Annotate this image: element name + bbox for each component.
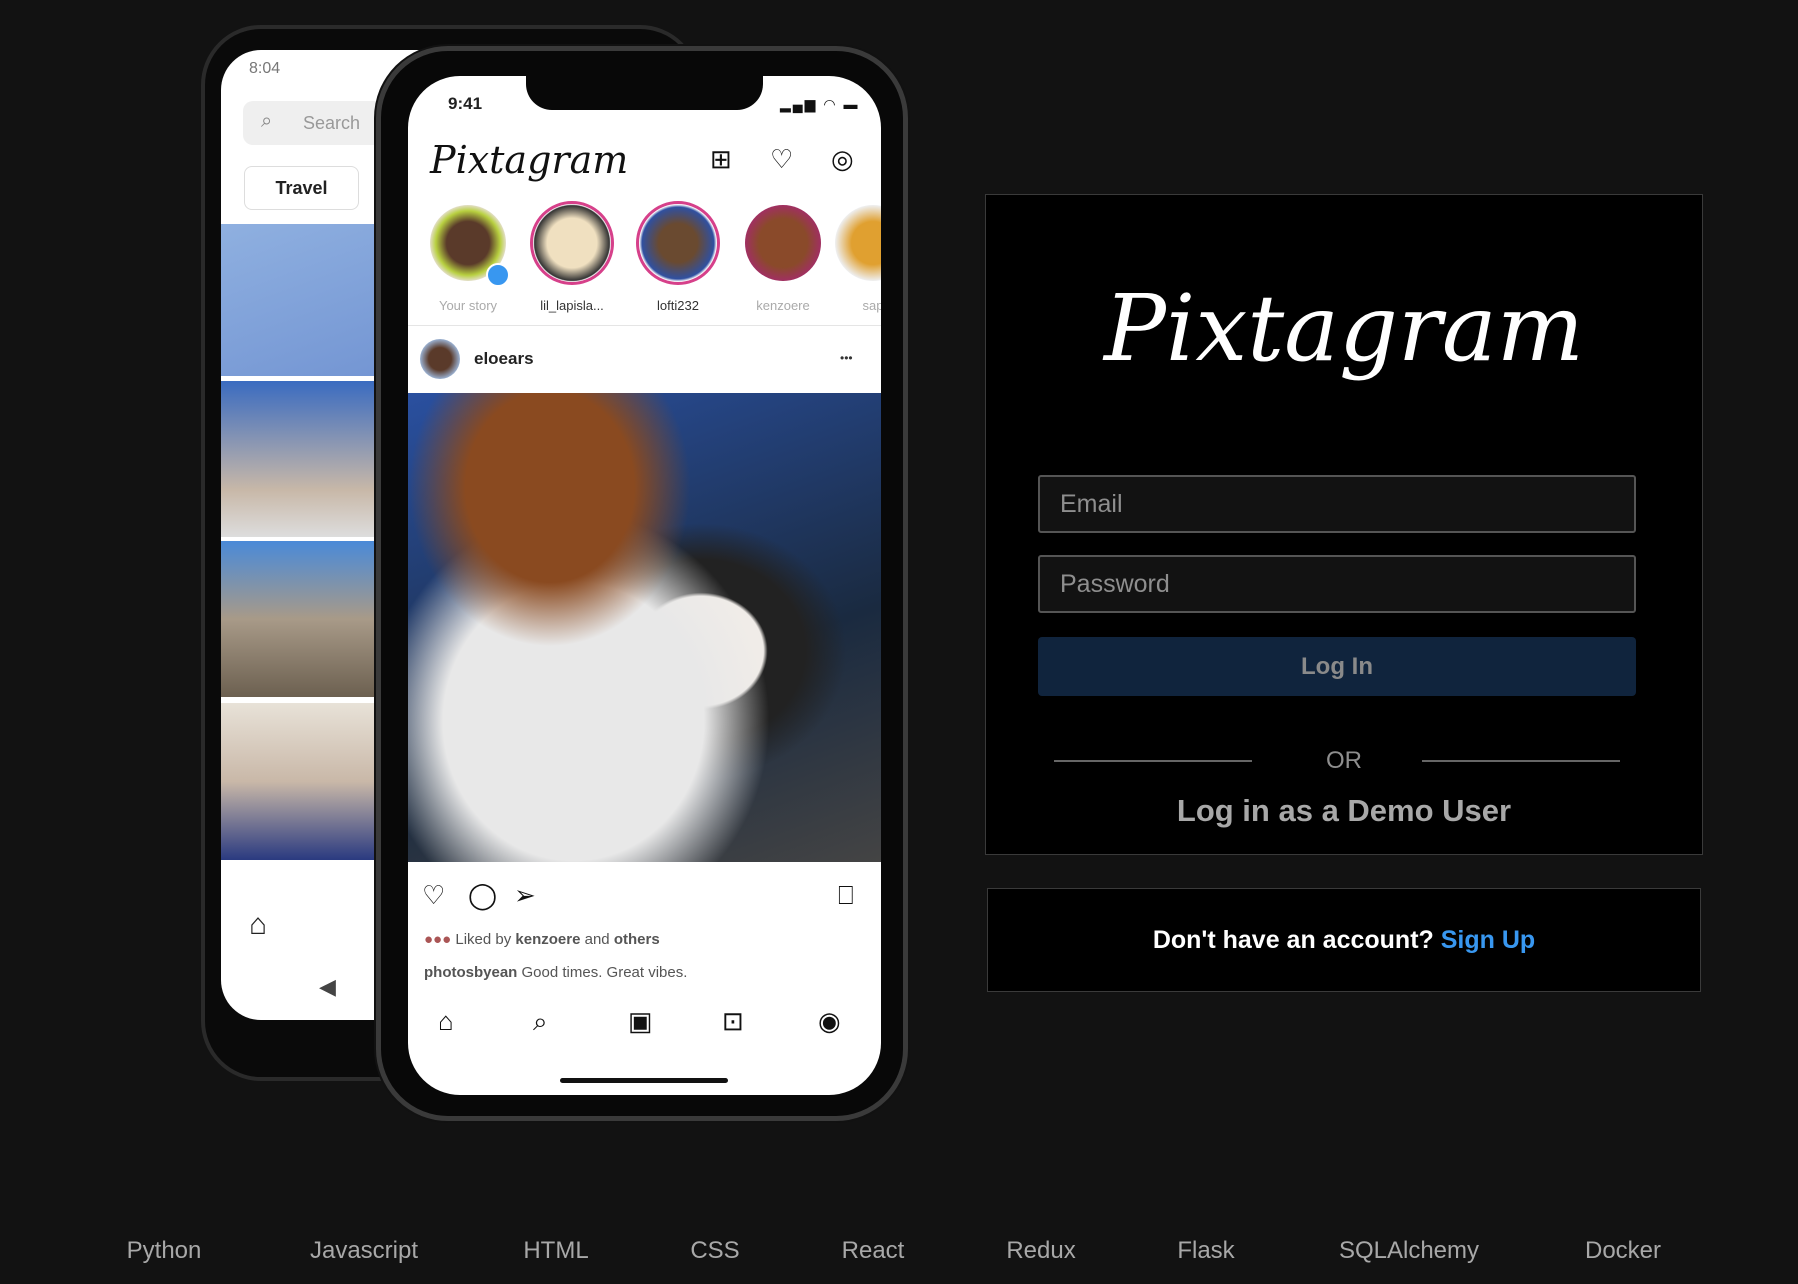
search-icon: ⌕	[261, 110, 273, 132]
story-label: lil_lapisla...	[540, 298, 604, 313]
signup-prompt: Don't have an account?	[1152, 926, 1441, 954]
heart-icon: ♡	[770, 144, 794, 174]
post-username: eloears	[474, 349, 534, 368]
footer-tech-css[interactable]: CSS	[690, 1237, 739, 1265]
shop-icon: ⊡	[722, 1006, 744, 1036]
footer-tech-python[interactable]: Python	[127, 1237, 202, 1265]
travel-chip: Travel	[244, 166, 359, 210]
home-indicator	[560, 1078, 728, 1083]
password-field[interactable]	[1038, 555, 1636, 613]
story-avatar	[745, 205, 821, 281]
caption-text: Good times. Great vibes.	[517, 964, 688, 981]
status-icons: ▂▄▆ ◠ ▬	[780, 96, 860, 112]
liked-by-user: kenzoere	[515, 931, 581, 948]
search-placeholder: Search	[303, 113, 361, 133]
caption: photosbyean Good times. Great vibes.	[424, 964, 687, 981]
comment-icon: ◯	[468, 880, 498, 910]
login-card: Pixtagram Log In OR Log in as a Demo Use…	[985, 194, 1703, 855]
footer-tech-react[interactable]: React	[842, 1237, 905, 1265]
front-phone-screen: 9:41 ▂▄▆ ◠ ▬ Pixtagram ⊞ ♡ ◎ Your story …	[408, 76, 881, 1095]
story-avatar	[530, 201, 614, 285]
login-button[interactable]: Log In	[1038, 637, 1636, 696]
like-icon: ♡	[422, 880, 446, 910]
status-time: 9:41	[448, 94, 483, 113]
more-options-icon: •••	[840, 351, 853, 365]
caption-user: photosbyean	[424, 964, 518, 981]
story-avatar	[835, 205, 881, 281]
liked-by-text: ●●● Liked by kenzoere and others	[424, 931, 660, 948]
divider-line-right	[1422, 760, 1620, 762]
add-story-icon	[486, 263, 510, 287]
app-title: Pixtagram	[430, 138, 629, 182]
liked-by-others: others	[613, 931, 660, 948]
email-field[interactable]	[1038, 475, 1636, 533]
add-post-icon: ⊞	[710, 144, 732, 174]
story-avatar	[636, 201, 720, 285]
back-phone-time: 8:04	[249, 60, 281, 77]
story-label: lofti232	[657, 298, 699, 313]
footer-tech-redux[interactable]: Redux	[1006, 1237, 1075, 1265]
footer-tech-html[interactable]: HTML	[523, 1237, 588, 1265]
home-icon: ⌂	[438, 1006, 454, 1036]
liked-by-prefix: Liked by	[455, 931, 516, 948]
reels-icon: ▣	[628, 1006, 653, 1036]
post-photo	[408, 393, 881, 862]
footer-tech-flask[interactable]: Flask	[1177, 1237, 1234, 1265]
liked-by-suffix: and	[580, 931, 614, 948]
demo-login-button[interactable]: Log in as a Demo User	[986, 793, 1702, 829]
share-icon: ➢	[514, 880, 536, 910]
post-avatar	[420, 339, 460, 379]
story-label: sap	[862, 298, 881, 313]
divider	[408, 325, 881, 326]
phone-notch	[526, 76, 763, 110]
footer-tech-sqlalchemy[interactable]: SQLAlchemy	[1339, 1237, 1479, 1265]
story-label: Your story	[438, 298, 498, 313]
profile-icon: ◉	[818, 1006, 841, 1036]
footer-tech-javascript[interactable]: Javascript	[310, 1237, 418, 1265]
signup-card: Don't have an account? Sign Up	[987, 888, 1701, 992]
footer-tech-docker[interactable]: Docker	[1585, 1237, 1661, 1265]
home-icon: ⌂	[249, 908, 268, 941]
story-label: kenzoere	[756, 298, 810, 313]
back-triangle-icon: ◀	[319, 974, 336, 999]
signup-link[interactable]: Sign Up	[1441, 926, 1535, 954]
bookmark-icon: ⎕	[838, 880, 854, 910]
search-icon: ⌕	[533, 1006, 548, 1036]
messenger-icon: ◎	[831, 144, 854, 174]
pixtagram-logo: Pixtagram	[1104, 275, 1584, 382]
